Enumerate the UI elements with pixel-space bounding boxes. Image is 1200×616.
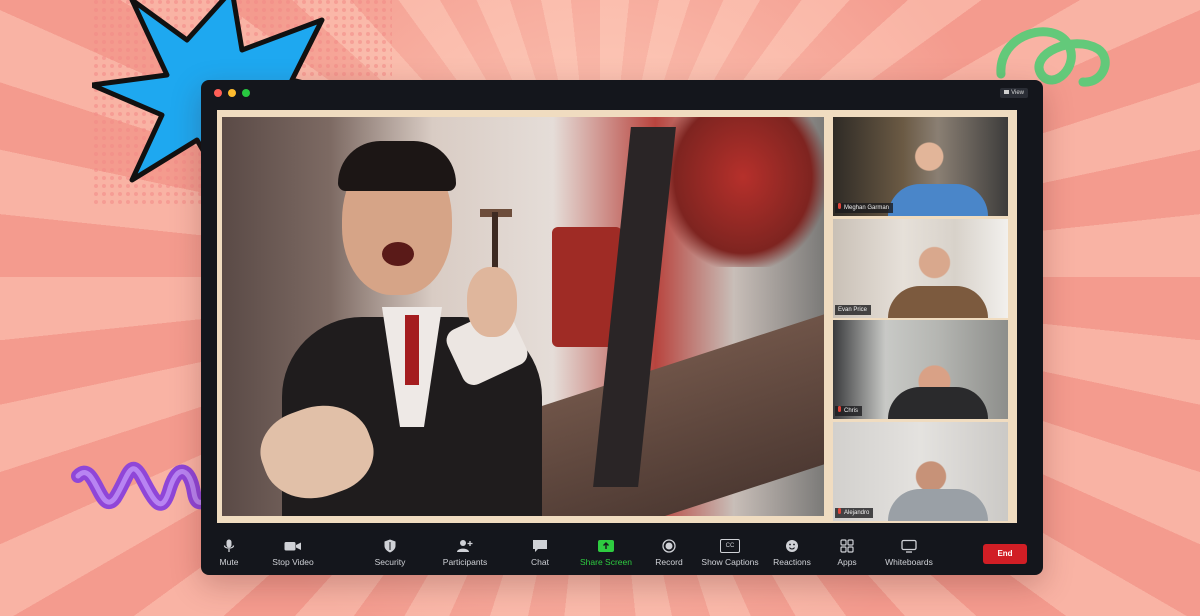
participant-silhouette: [888, 489, 988, 521]
whiteboards-button[interactable]: Whiteboards: [882, 539, 936, 567]
meeting-window: View Meghan Garman Evan Price Chris Alej…: [201, 80, 1043, 575]
title-bar: View: [201, 80, 1043, 104]
apps-grid-icon: [840, 539, 854, 553]
participant-silhouette: [888, 387, 988, 419]
record-button[interactable]: Record: [653, 539, 685, 567]
participant-silhouette: [888, 286, 988, 318]
participant-silhouette: [888, 184, 988, 216]
apps-button[interactable]: Apps: [834, 539, 860, 567]
participant-strip: Meghan Garman Evan Price Chris Alejandro: [833, 117, 1008, 521]
security-button[interactable]: Security: [372, 539, 408, 567]
minimize-window-button[interactable]: [228, 89, 236, 97]
muted-mic-icon: [838, 508, 841, 515]
speaker-raised-hand: [467, 267, 517, 337]
grid-view-icon: [1004, 90, 1010, 95]
participants-button[interactable]: Participants: [441, 539, 489, 567]
share-screen-button[interactable]: Share Screen: [579, 539, 633, 567]
participant-tile[interactable]: Evan Price: [833, 219, 1008, 318]
chat-bubble-icon: [533, 540, 547, 552]
people-add-icon: [457, 540, 473, 552]
speaker-tie: [405, 315, 419, 385]
participant-name-tag: Evan Price: [835, 305, 872, 315]
chat-button[interactable]: Chat: [527, 539, 553, 567]
end-meeting-button[interactable]: End: [983, 544, 1027, 564]
reactions-button[interactable]: Reactions: [772, 539, 812, 567]
muted-mic-icon: [838, 406, 841, 413]
video-stage: Meghan Garman Evan Price Chris Alejandro: [217, 110, 1017, 523]
closed-captions-icon: CC: [720, 539, 740, 553]
participant-name-tag: Alejandro: [835, 508, 874, 518]
smiley-face-icon: [786, 540, 798, 552]
close-window-button[interactable]: [214, 89, 222, 97]
background-chair: [662, 117, 824, 267]
microphone-icon: [223, 539, 235, 552]
show-captions-button[interactable]: CC Show Captions: [700, 539, 760, 567]
whiteboard-icon: [901, 539, 917, 553]
participant-name-tag: Chris: [835, 406, 863, 416]
participant-tile[interactable]: Alejandro: [833, 422, 1008, 521]
mute-button[interactable]: Mute: [213, 539, 245, 567]
meeting-toolbar: Mute Stop Video Security Participants Ch…: [201, 535, 1043, 575]
active-speaker-video[interactable]: [222, 117, 824, 516]
maximize-window-button[interactable]: [242, 89, 250, 97]
video-camera-icon: [284, 542, 301, 551]
view-button[interactable]: View: [1000, 88, 1028, 98]
stop-video-button[interactable]: Stop Video: [267, 539, 319, 567]
muted-mic-icon: [838, 203, 841, 210]
speaker-mouth: [382, 242, 414, 266]
participant-name-tag: Meghan Garman: [835, 203, 894, 213]
participant-tile[interactable]: Meghan Garman: [833, 117, 1008, 216]
speaker-hair: [338, 141, 456, 191]
record-icon: [662, 539, 676, 553]
participant-tile[interactable]: Chris: [833, 320, 1008, 419]
share-screen-icon: [598, 540, 614, 552]
shield-icon: [384, 539, 396, 553]
